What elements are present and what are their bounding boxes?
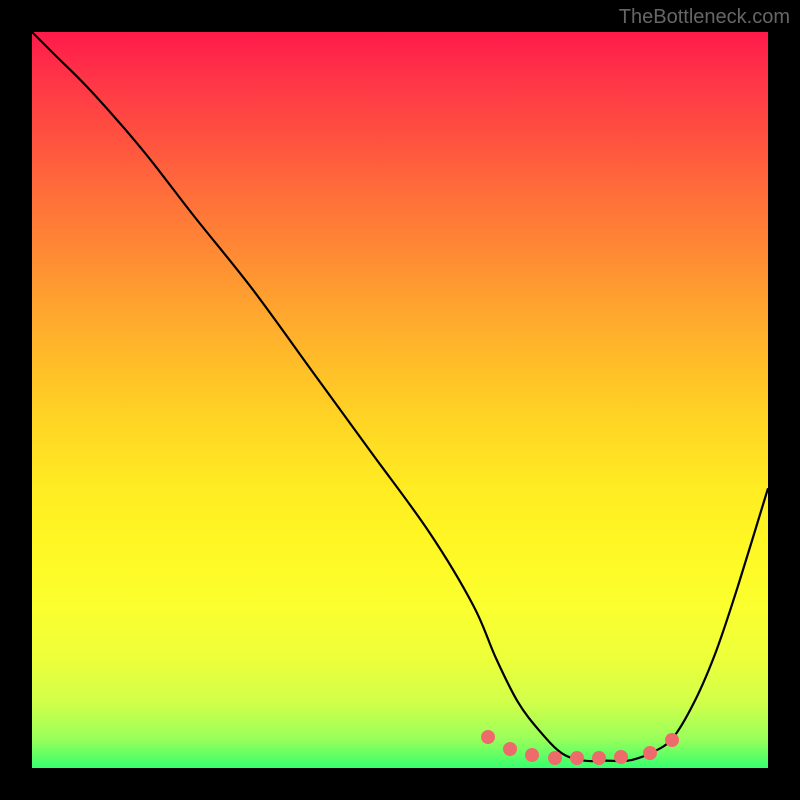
attribution-label: TheBottleneck.com [619,6,790,29]
optimal-dot [665,733,679,747]
optimal-dot [614,750,628,764]
optimal-dot [525,748,539,762]
optimal-dot [548,751,562,765]
optimal-range-dots [32,32,768,768]
optimal-dot [481,730,495,744]
optimal-dot [592,751,606,765]
optimal-dot [643,746,657,760]
chart-plot-area [32,32,768,768]
optimal-dot [503,742,517,756]
optimal-dot [570,751,584,765]
